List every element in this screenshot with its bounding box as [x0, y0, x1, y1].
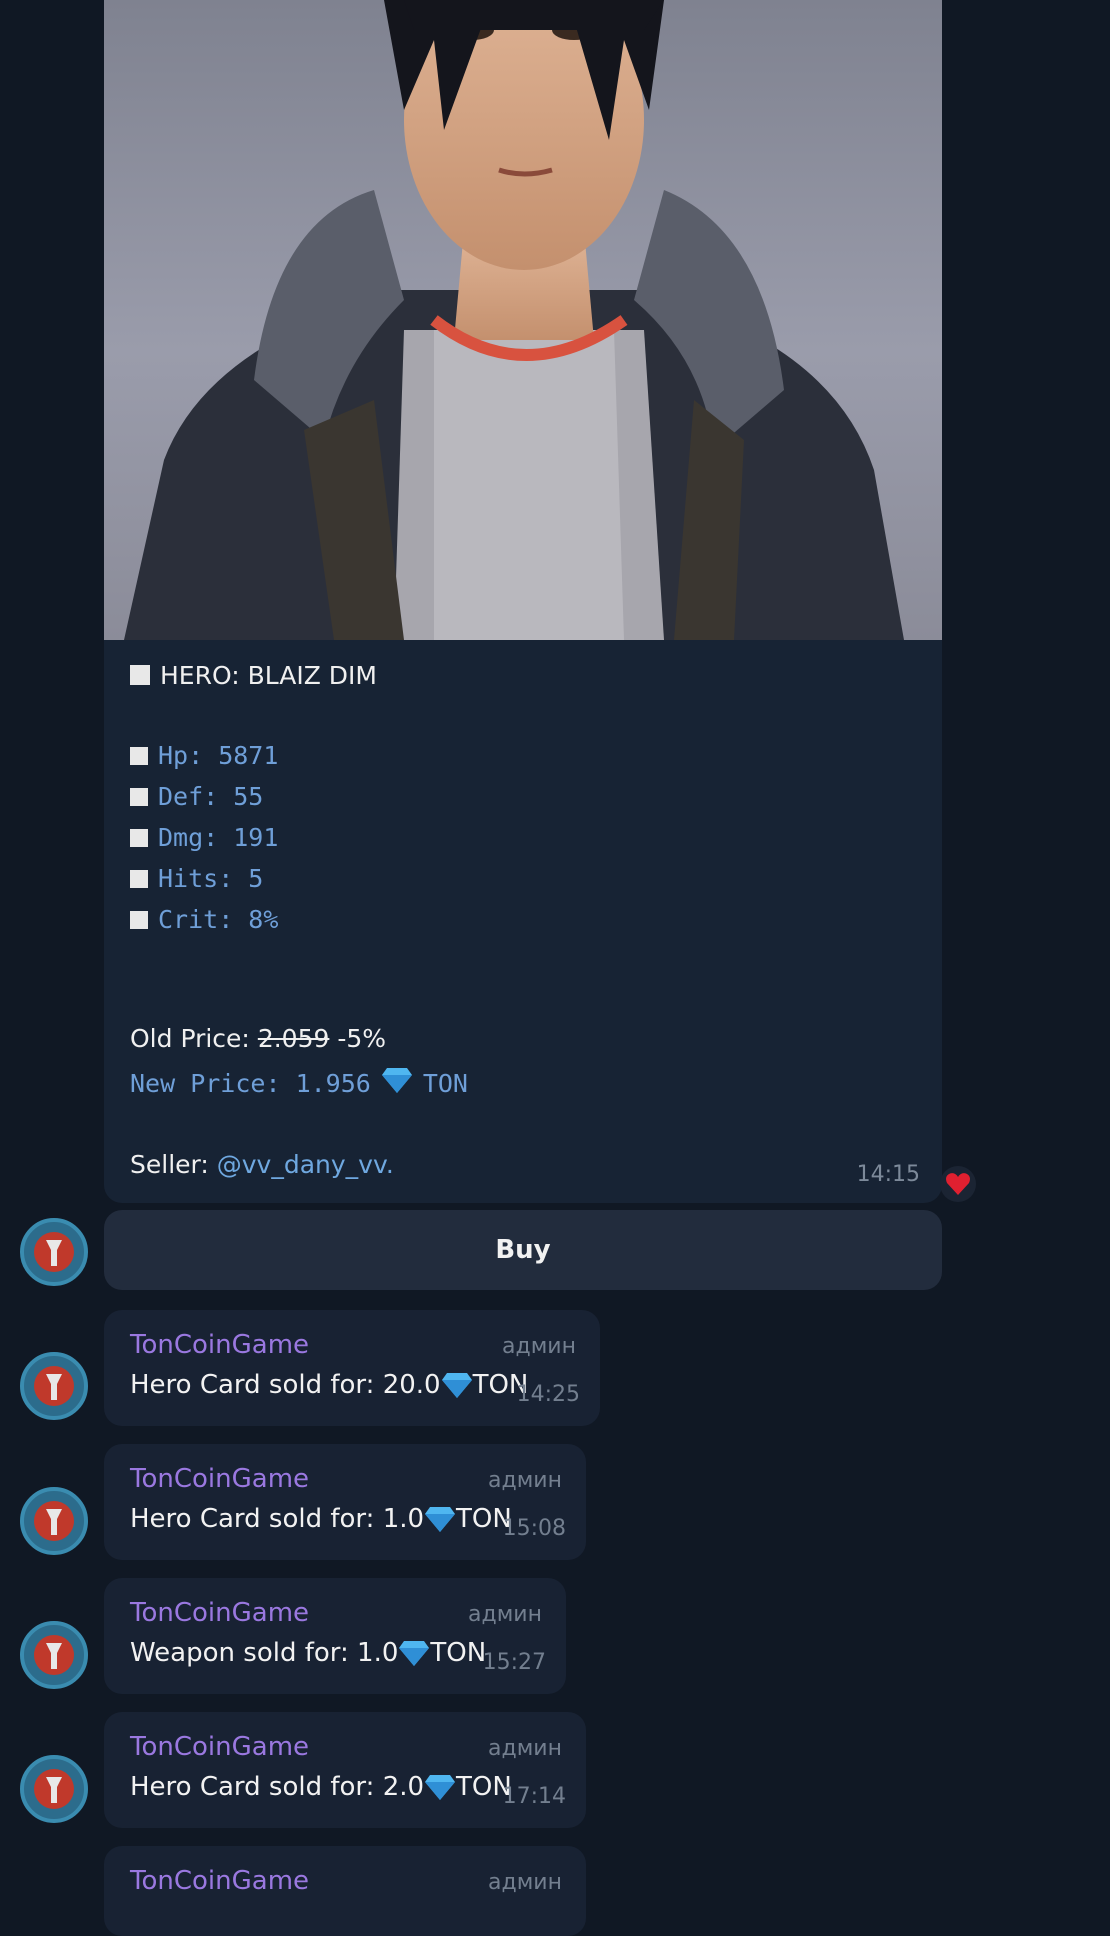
message-time: 14:15 — [856, 1162, 920, 1187]
gem-icon — [425, 1775, 456, 1800]
message-bubble: TonCoinGame админ — [104, 1846, 586, 1936]
discount: -5% — [337, 1024, 387, 1053]
bot-avatar-icon — [34, 1232, 74, 1272]
role-badge: админ — [488, 1468, 562, 1493]
message-bubble: TonCoinGame админ Hero Card sold for: 20… — [104, 1310, 600, 1426]
message-text: Weapon sold for: 1.0 TON — [130, 1638, 487, 1668]
stat-def: Def: 55 — [130, 776, 916, 817]
buy-button[interactable]: Buy — [104, 1210, 942, 1290]
message-time: 15:27 — [482, 1650, 546, 1675]
bot-avatar-icon — [34, 1366, 74, 1406]
new-price: New Price: 1.956 TON — [130, 1066, 468, 1100]
stat-hp: Hp: 5871 — [130, 735, 916, 776]
role-badge: админ — [488, 1736, 562, 1761]
stat-crit: Crit: 8% — [130, 899, 916, 940]
role-badge: админ — [488, 1870, 562, 1895]
heart-icon — [946, 1173, 970, 1195]
bullet-icon — [130, 665, 150, 685]
message-time: 14:25 — [516, 1382, 580, 1407]
avatar[interactable] — [20, 1352, 88, 1420]
avatar[interactable] — [20, 1621, 88, 1689]
hero-name-line: HERO: BLAIZ DIM — [130, 655, 916, 695]
sender-name[interactable]: TonCoinGame — [130, 1866, 309, 1896]
message-time: 15:08 — [502, 1516, 566, 1541]
hero-stats-block: HERO: BLAIZ DIM Hp: 5871 Def: 55 Dmg: 19… — [130, 655, 916, 940]
sender-name[interactable]: TonCoinGame — [130, 1330, 309, 1360]
avatar[interactable] — [20, 1755, 88, 1823]
old-price: Old Price: 2.059 -5% — [130, 1024, 387, 1053]
message-text: Hero Card sold for: 2.0 TON — [130, 1772, 512, 1802]
hero-name: HERO: BLAIZ DIM — [160, 660, 377, 690]
gem-icon — [381, 1066, 413, 1100]
hero-card-message: HERO: BLAIZ DIM Hp: 5871 Def: 55 Dmg: 19… — [104, 0, 942, 1203]
bullet-icon — [130, 828, 148, 847]
role-badge: админ — [502, 1334, 576, 1359]
bullet-icon — [130, 746, 148, 765]
stat-dmg: Dmg: 191 — [130, 817, 916, 858]
bullet-icon — [130, 787, 148, 806]
avatar[interactable] — [20, 1218, 88, 1286]
bullet-icon — [130, 869, 148, 888]
reaction-heart[interactable] — [940, 1166, 976, 1202]
bullet-icon — [130, 910, 148, 929]
bot-avatar-icon — [34, 1635, 74, 1675]
gem-icon — [399, 1641, 430, 1666]
sender-name[interactable]: TonCoinGame — [130, 1464, 309, 1494]
old-price-value: 2.059 — [257, 1024, 330, 1053]
hero-image[interactable] — [104, 0, 942, 640]
message-time: 17:14 — [502, 1784, 566, 1809]
message-text: Hero Card sold for: 1.0 TON — [130, 1504, 512, 1534]
currency: TON — [422, 1068, 468, 1098]
seller-link[interactable]: @vv_dany_vv. — [217, 1150, 394, 1179]
gem-icon — [425, 1507, 456, 1532]
bot-avatar-icon — [34, 1501, 74, 1541]
message-bubble: TonCoinGame админ Hero Card sold for: 1.… — [104, 1444, 586, 1560]
message-bubble: TonCoinGame админ Hero Card sold for: 2.… — [104, 1712, 586, 1828]
sender-name[interactable]: TonCoinGame — [130, 1598, 309, 1628]
message-bubble: TonCoinGame админ Weapon sold for: 1.0 T… — [104, 1578, 566, 1694]
stat-hits: Hits: 5 — [130, 858, 916, 899]
role-badge: админ — [468, 1602, 542, 1627]
message-text: Hero Card sold for: 20.0 TON — [130, 1370, 529, 1400]
sender-name[interactable]: TonCoinGame — [130, 1732, 309, 1762]
bot-avatar-icon — [34, 1769, 74, 1809]
avatar[interactable] — [20, 1487, 88, 1555]
gem-icon — [441, 1373, 472, 1398]
seller-line: Seller: @vv_dany_vv. — [130, 1150, 394, 1179]
